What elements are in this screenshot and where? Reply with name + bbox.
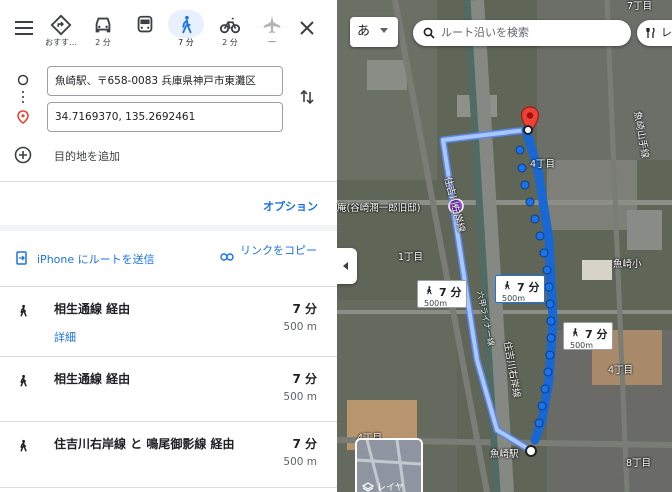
route-inputs: 魚崎駅、〒658-0083 兵庫県神戸市東灘区 34.7169370, 135.… bbox=[0, 58, 337, 178]
start-station-marker bbox=[525, 445, 537, 457]
add-circle-icon[interactable] bbox=[14, 146, 32, 164]
swap-icon[interactable] bbox=[298, 88, 316, 106]
mode-best-label: おすす… bbox=[45, 38, 77, 47]
directions-panel: おすす… 2 分 7 分 2 分 — 魚崎駅、〒658-0083 兵庫県神戸市東… bbox=[0, 0, 338, 492]
mode-walk[interactable]: 7 分 bbox=[166, 10, 206, 48]
chevron-down-icon bbox=[380, 28, 388, 33]
route-bubble-time: 7 分 bbox=[439, 286, 462, 299]
input-language-button[interactable]: あ bbox=[350, 17, 398, 47]
route-search-box[interactable]: ルート沿いを検索 bbox=[413, 20, 631, 46]
route-distance: 500 m bbox=[283, 391, 317, 403]
destination-pin-icon bbox=[17, 110, 29, 124]
map-label: 8丁目 bbox=[626, 458, 652, 469]
input-language-label: あ bbox=[357, 24, 371, 39]
route-bubble[interactable]: 7 分 500m bbox=[563, 322, 613, 350]
route-name: 相生通線 経由 bbox=[54, 302, 131, 316]
map-label: 庵(谷崎潤一郎旧邸) bbox=[337, 203, 421, 214]
car-icon bbox=[95, 17, 111, 33]
route-bubble[interactable]: 7 分 500m bbox=[417, 280, 467, 308]
route-distance: 500 m bbox=[283, 321, 317, 333]
map-view[interactable]: 7 分 500m 7 分 500m 7 分 500m 庵(谷崎潤一郎旧邸) 住吉… bbox=[337, 0, 672, 492]
route-distance: 500 m bbox=[283, 456, 317, 468]
route-overlay bbox=[439, 125, 558, 453]
route-bubble-time: 7 分 bbox=[517, 281, 540, 294]
walk-icon bbox=[182, 15, 192, 34]
layers-button[interactable]: レイヤ bbox=[355, 438, 423, 492]
mode-drive[interactable]: 2 分 bbox=[83, 14, 123, 48]
add-destination-button[interactable]: 目的地を追加 bbox=[54, 148, 120, 164]
options-button[interactable]: オプション bbox=[263, 198, 318, 214]
airplane-icon bbox=[263, 15, 281, 34]
map-label: 魚崎駅 bbox=[490, 449, 519, 460]
mode-best[interactable]: おすす… bbox=[41, 14, 81, 48]
origin-circle-icon bbox=[17, 74, 29, 86]
copy-link-label: リンクをコピー bbox=[240, 244, 317, 257]
layers-icon bbox=[362, 482, 374, 492]
link-icon bbox=[220, 253, 234, 261]
route-name: 相生通線 経由 bbox=[54, 372, 131, 386]
mode-flight[interactable]: — bbox=[252, 14, 292, 46]
map-label: 魚崎小 bbox=[613, 259, 642, 270]
divider bbox=[0, 487, 337, 488]
route-bubble-distance: 500m bbox=[570, 341, 594, 350]
fork-knife-icon bbox=[646, 27, 655, 38]
walk-icon bbox=[20, 439, 27, 452]
map-label: 7丁目 bbox=[627, 1, 653, 12]
divider bbox=[0, 286, 337, 287]
mode-transit[interactable] bbox=[125, 14, 165, 37]
route-bubble-time: 7 分 bbox=[585, 328, 608, 341]
route-name: 住吉川右岸線 と 鳴尾御影線 経由 bbox=[54, 437, 235, 451]
map-label: 4丁目 bbox=[530, 159, 556, 170]
walk-icon bbox=[573, 328, 578, 337]
mode-flight-label: — bbox=[268, 37, 276, 46]
route-time: 7 分 bbox=[292, 372, 317, 386]
search-icon bbox=[423, 27, 435, 39]
route-bubble[interactable]: 7 分 500m bbox=[495, 275, 545, 303]
divider bbox=[0, 181, 337, 182]
copy-link-button[interactable]: リンクをコピー bbox=[220, 244, 320, 274]
route-details-link[interactable]: 詳細 bbox=[54, 329, 76, 345]
section-separator bbox=[0, 225, 337, 231]
menu-icon[interactable] bbox=[15, 21, 33, 35]
send-to-iphone-button[interactable]: iPhone にルートを送信 bbox=[16, 250, 186, 268]
send-to-iphone-label: iPhone にルートを送信 bbox=[37, 253, 155, 266]
end-dot-marker bbox=[523, 125, 533, 135]
search-input: ルート沿いを検索 bbox=[441, 26, 529, 39]
travel-mode-bar: おすす… 2 分 7 分 2 分 — bbox=[0, 0, 337, 58]
map-label: 1丁目 bbox=[398, 252, 424, 263]
route-time: 7 分 bbox=[292, 437, 317, 451]
bus-icon bbox=[137, 15, 153, 33]
walk-icon bbox=[20, 374, 27, 387]
route-option[interactable]: 相生通線 経由 7 分 500 m 詳細 bbox=[0, 288, 337, 354]
close-icon[interactable] bbox=[298, 19, 316, 37]
walk-icon bbox=[20, 304, 27, 317]
divider bbox=[0, 356, 337, 357]
route-bubble-distance: 500m bbox=[424, 299, 448, 308]
destination-field[interactable]: 34.7169370, 135.2692461 bbox=[47, 102, 283, 132]
restaurant-chip-label: レ bbox=[661, 26, 672, 39]
layers-label: レイヤ bbox=[377, 483, 404, 492]
bicycle-icon bbox=[219, 17, 241, 34]
chevron-left-icon bbox=[343, 262, 348, 270]
route-bubble-distance: 500m bbox=[502, 294, 526, 303]
mode-bike[interactable]: 2 分 bbox=[210, 14, 250, 48]
walk-icon bbox=[505, 281, 510, 290]
restaurant-chip[interactable]: レ bbox=[637, 20, 672, 46]
collapse-panel-button[interactable] bbox=[337, 248, 357, 284]
mode-bike-label: 2 分 bbox=[222, 38, 238, 47]
origin-field[interactable]: 魚崎駅、〒658-0083 兵庫県神戸市東灘区 bbox=[47, 66, 283, 96]
route-option[interactable]: 相生通線 経由 7 分 500 m bbox=[0, 358, 337, 424]
walk-icon bbox=[427, 286, 432, 295]
divider bbox=[0, 421, 337, 422]
route-dots-icon bbox=[22, 91, 24, 103]
send-to-phone-icon bbox=[16, 251, 27, 265]
map-label: 4丁目 bbox=[608, 365, 634, 376]
directions-diamond-icon bbox=[50, 14, 72, 36]
mode-walk-label: 7 分 bbox=[178, 38, 194, 47]
route-option[interactable]: 住吉川右岸線 と 鳴尾御影線 経由 7 分 500 m bbox=[0, 423, 337, 489]
route-time: 7 分 bbox=[292, 302, 317, 316]
mode-drive-label: 2 分 bbox=[95, 38, 111, 47]
